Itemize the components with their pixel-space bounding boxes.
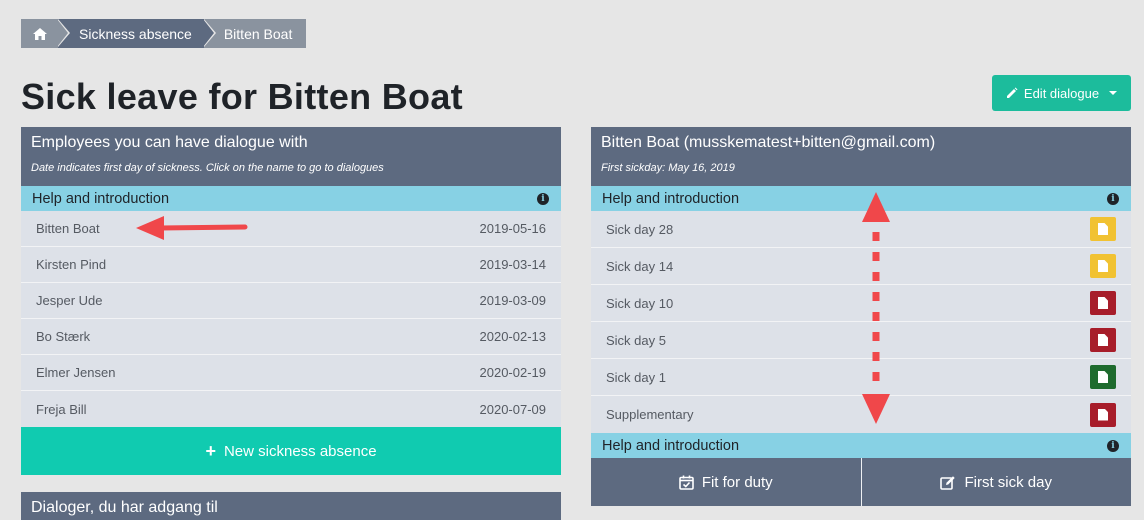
first-sick-day-label: First sick day <box>964 473 1052 491</box>
pencil-icon <box>1006 87 1018 98</box>
help-label: Help and introduction <box>602 437 740 454</box>
employee-row[interactable]: Bo Stærk 2020-02-13 <box>21 319 561 355</box>
info-icon[interactable]: i <box>537 192 549 205</box>
sick-day-row[interactable]: Supplementary <box>591 396 1131 433</box>
edit-dialogue-button[interactable]: Edit dialogue <box>992 75 1131 111</box>
access-panel-header: Dialoger, du har adgang til <box>21 492 561 520</box>
info-icon[interactable]: i <box>1107 439 1119 452</box>
employee-name[interactable]: Bo Stærk <box>36 329 90 344</box>
access-panel: Dialoger, du har adgang til <box>21 492 561 520</box>
employee-row[interactable]: Jesper Ude 2019-03-09 <box>21 283 561 319</box>
detail-panel-title: Bitten Boat (musskematest+bitten@gmail.c… <box>601 134 936 151</box>
document-icon[interactable] <box>1090 402 1116 427</box>
document-icon[interactable] <box>1090 365 1116 389</box>
employee-date: 2019-05-16 <box>479 221 547 236</box>
employee-date: 2020-02-19 <box>479 365 547 380</box>
sick-day-label: Supplementary <box>606 407 694 422</box>
breadcrumb-label: Bitten Boat <box>223 25 293 42</box>
sick-day-label: Sick day 10 <box>606 295 674 311</box>
sick-day-row[interactable]: Sick day 10 <box>591 285 1131 322</box>
employees-panel: Employees you can have dialogue with Dat… <box>21 127 561 475</box>
help-introduction-row[interactable]: Help and introduction i <box>21 186 561 211</box>
info-icon[interactable]: i <box>1107 192 1119 205</box>
home-icon <box>32 27 47 40</box>
help-label: Help and introduction <box>602 190 740 207</box>
document-icon[interactable] <box>1090 291 1116 315</box>
sick-day-row[interactable]: Sick day 28 <box>591 211 1131 248</box>
new-sickness-absence-label: New sickness absence <box>223 442 377 460</box>
page-title: Sick leave for Bitten Boat <box>21 76 463 117</box>
sick-day-label: Sick day 28 <box>606 221 674 237</box>
breadcrumb-label: Sickness absence <box>79 25 192 42</box>
fit-for-duty-button[interactable]: Fit for duty <box>591 458 861 506</box>
sick-day-label: Sick day 5 <box>606 332 666 348</box>
help-introduction-row[interactable]: Help and introduction i <box>591 186 1131 211</box>
first-sick-day-button[interactable]: First sick day <box>860 458 1132 506</box>
help-introduction-row-bottom[interactable]: Help and introduction i <box>591 433 1131 458</box>
calendar-check-icon <box>679 475 694 490</box>
action-bar: Fit for duty First sick day <box>591 458 1131 506</box>
document-icon[interactable] <box>1090 217 1116 241</box>
chevron-down-icon <box>1109 91 1118 95</box>
fit-for-duty-label: Fit for duty <box>701 473 773 491</box>
document-icon[interactable] <box>1090 328 1116 352</box>
detail-panel-subtitle: First sickday: May 16, 2019 <box>601 162 735 174</box>
employee-row[interactable]: Elmer Jensen 2020-02-19 <box>21 355 561 391</box>
sick-day-row[interactable]: Sick day 5 <box>591 322 1131 359</box>
employees-panel-title: Employees you can have dialogue with <box>31 134 308 151</box>
access-panel-title: Dialoger, du har adgang til <box>31 499 218 516</box>
breadcrumb-item-sickness-absence[interactable]: Sickness absence <box>58 19 216 48</box>
employee-date: 2019-03-09 <box>479 293 547 308</box>
sick-day-label: Sick day 14 <box>606 258 674 274</box>
detail-panel-header: Bitten Boat (musskematest+bitten@gmail.c… <box>591 127 1131 186</box>
page: Sickness absence Bitten Boat Sick leave … <box>0 0 1144 520</box>
employees-panel-subtitle: Date indicates first day of sickness. Cl… <box>31 162 384 174</box>
employee-name[interactable]: Elmer Jensen <box>36 365 115 380</box>
breadcrumb-item-current[interactable]: Bitten Boat <box>203 19 307 48</box>
edit-dialogue-label: Edit dialogue <box>1023 85 1100 101</box>
breadcrumb-separator-inner <box>202 19 214 47</box>
employees-panel-header: Employees you can have dialogue with Dat… <box>21 127 561 186</box>
employee-date: 2020-02-13 <box>479 329 547 344</box>
edit-square-icon <box>940 475 956 490</box>
employee-date: 2020-07-09 <box>479 401 547 417</box>
document-icon[interactable] <box>1090 254 1116 278</box>
employee-row[interactable]: Bitten Boat 2019-05-16 <box>21 211 561 247</box>
sick-day-row[interactable]: Sick day 14 <box>591 248 1131 285</box>
detail-panel: Bitten Boat (musskematest+bitten@gmail.c… <box>591 127 1131 506</box>
new-sickness-absence-button[interactable]: + New sickness absence <box>21 427 561 475</box>
breadcrumb: Sickness absence Bitten Boat <box>21 19 307 48</box>
employee-row[interactable]: Kirsten Pind 2019-03-14 <box>21 247 561 283</box>
employee-list: Bitten Boat 2019-05-16 Kirsten Pind 2019… <box>21 211 561 427</box>
breadcrumb-home[interactable] <box>21 19 70 48</box>
employee-name[interactable]: Jesper Ude <box>36 293 102 308</box>
employee-date: 2019-03-14 <box>479 257 547 272</box>
employee-name[interactable]: Kirsten Pind <box>36 257 106 272</box>
sick-day-row[interactable]: Sick day 1 <box>591 359 1131 396</box>
employee-row[interactable]: Freja Bill 2020-07-09 <box>21 391 561 427</box>
sick-day-label: Sick day 1 <box>606 369 666 385</box>
sick-day-list: Sick day 28 Sick day 14 Sick day 10 Sick… <box>591 211 1131 433</box>
employee-name[interactable]: Bitten Boat <box>36 221 100 236</box>
help-label: Help and introduction <box>32 190 170 207</box>
plus-icon: + <box>205 441 216 461</box>
breadcrumb-separator-inner <box>57 19 68 47</box>
employee-name[interactable]: Freja Bill <box>36 402 87 417</box>
